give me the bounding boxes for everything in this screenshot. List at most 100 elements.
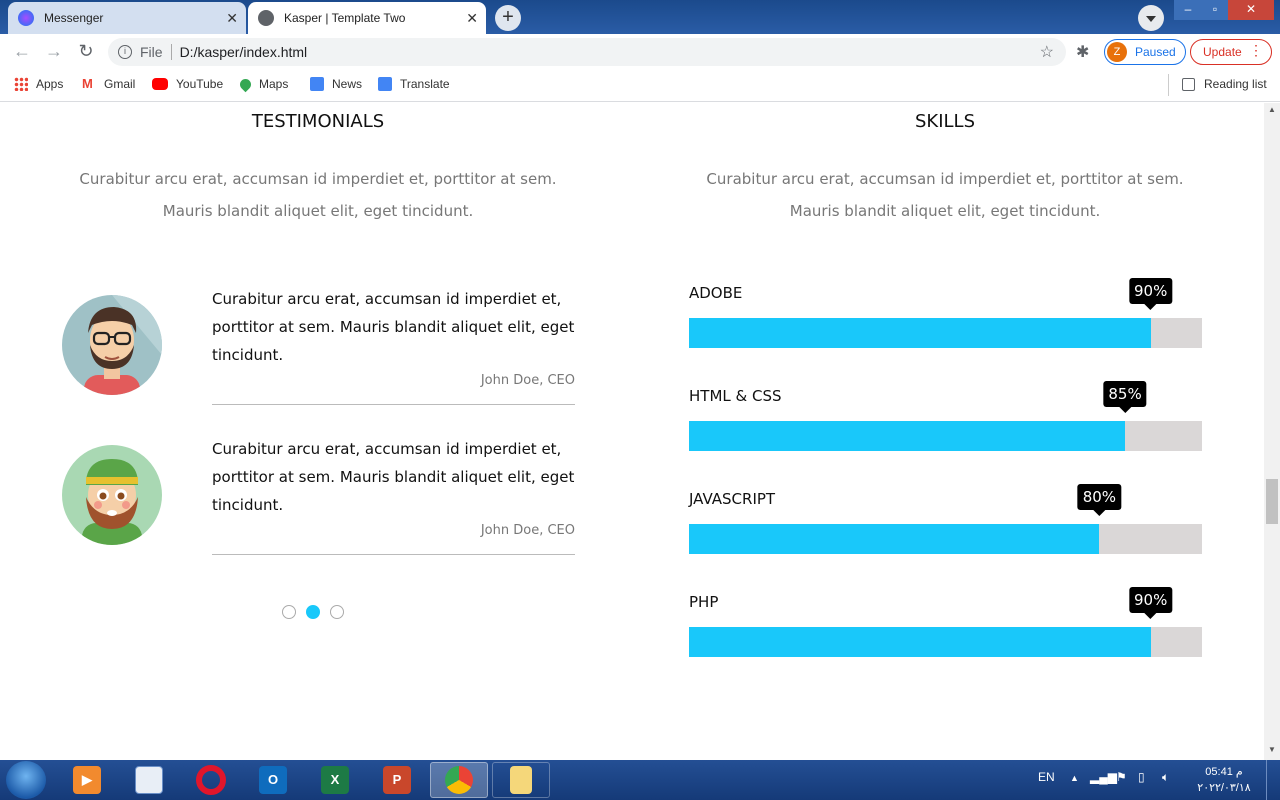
taskbar-media-player[interactable]: ▶: [58, 762, 116, 798]
maximize-button[interactable]: ▫: [1202, 0, 1228, 20]
scroll-down-icon[interactable]: ▼: [1268, 745, 1276, 754]
bookmark-star-icon[interactable]: ☆: [1040, 42, 1054, 62]
tab-kasper[interactable]: Kasper | Template Two ✕: [248, 2, 486, 34]
youtube-icon: [152, 78, 168, 90]
bookmark-label: Gmail: [104, 77, 136, 91]
bookmark-apps[interactable]: Apps: [14, 77, 63, 91]
minimize-button[interactable]: ‒: [1174, 0, 1202, 20]
show-hidden-icons[interactable]: ▲: [1070, 773, 1079, 783]
page-viewport: TESTIMONIALS Curabitur arcu erat, accums…: [0, 103, 1264, 760]
testimonials-description: Curabitur arcu erat, accumsan id imperdi…: [0, 163, 636, 227]
bookmark-gmail[interactable]: M Gmail: [82, 76, 136, 92]
quote-line: Curabitur arcu erat, accumsan id imperdi…: [212, 440, 562, 458]
scroll-up-icon[interactable]: ▲: [1268, 105, 1276, 114]
bookmark-label: Maps: [259, 77, 289, 91]
taskbar-control-panel[interactable]: [120, 762, 178, 798]
tab-messenger[interactable]: Messenger ✕: [8, 2, 246, 34]
back-button[interactable]: ←: [10, 40, 34, 64]
taskbar-excel[interactable]: X: [306, 762, 364, 798]
pagination-bullet-2[interactable]: [306, 605, 320, 619]
action-center-icon[interactable]: ⚑: [1116, 770, 1127, 784]
skills-title: SKILLS: [914, 111, 976, 132]
menu-dots-icon[interactable]: ⋮: [1249, 42, 1263, 59]
profile-button[interactable]: Z Paused: [1104, 39, 1186, 65]
bookmark-label: News: [332, 77, 363, 91]
gmail-icon: M: [82, 76, 93, 91]
description-line: Curabitur arcu erat, accumsan id imperdi…: [706, 170, 1184, 188]
bookmark-label: YouTube: [176, 77, 224, 91]
bookmark-news[interactable]: News: [310, 77, 362, 91]
address-separator: [170, 44, 172, 60]
bookmark-maps[interactable]: Maps: [237, 76, 289, 92]
control-panel-icon: [135, 766, 163, 794]
scrollbar-thumb[interactable]: [1266, 479, 1278, 524]
reading-list-button[interactable]: Reading list: [1168, 74, 1267, 96]
skill-bar-php: 90%: [689, 587, 1202, 657]
skill-bar-adobe: 90%: [689, 278, 1202, 348]
system-clock[interactable]: 05:41 م ٢٠٢٢/٠٣/١٨: [1194, 764, 1254, 796]
quote-line: tincidunt.: [212, 346, 284, 364]
bookmark-translate[interactable]: Translate: [378, 77, 450, 91]
taskbar-powerpoint[interactable]: P: [368, 762, 426, 798]
tab-search-button[interactable]: [1138, 5, 1164, 31]
taskbar-chrome[interactable]: [430, 762, 488, 798]
language-indicator[interactable]: EN: [1038, 770, 1055, 784]
close-icon[interactable]: ✕: [466, 10, 478, 27]
skill-percent-badge: 80%: [1077, 484, 1122, 516]
skill-percent-badge: 90%: [1129, 587, 1173, 619]
close-icon[interactable]: ✕: [226, 10, 238, 27]
skill-bar-fill: [689, 318, 1151, 348]
testimonial-pagination: [282, 605, 344, 619]
bookmark-label: Translate: [400, 77, 450, 91]
page-scrollbar[interactable]: ▲ ▼: [1264, 103, 1280, 760]
avatar: [62, 295, 162, 395]
new-tab-button[interactable]: +: [495, 5, 521, 31]
tab-title: Kasper | Template Two: [284, 11, 406, 25]
close-window-button[interactable]: ✕: [1228, 0, 1274, 20]
tab-title: Messenger: [44, 11, 104, 25]
bookmark-label: Apps: [36, 77, 64, 91]
folder-icon: [510, 766, 532, 794]
extensions-icon[interactable]: ✱: [1076, 42, 1089, 62]
pagination-bullet-3[interactable]: [330, 605, 344, 619]
taskbar-opera[interactable]: [182, 762, 240, 798]
bookmark-youtube[interactable]: YouTube: [152, 77, 223, 91]
address-scheme: File: [140, 44, 163, 60]
info-icon[interactable]: i: [118, 45, 132, 59]
taskbar-outlook[interactable]: O: [244, 762, 302, 798]
skill-bar-fill: [689, 627, 1151, 657]
testimonial-divider: [212, 404, 575, 405]
power-icon[interactable]: ▯: [1138, 770, 1145, 784]
quote-line: tincidunt.: [212, 496, 284, 514]
quote-line: porttitor at sem. Mauris blandit aliquet…: [212, 468, 575, 486]
skill-bar-fill: [689, 524, 1100, 554]
testimonial-quote: Curabitur arcu erat, accumsan id imperdi…: [212, 435, 575, 519]
update-button[interactable]: Update ⋮: [1190, 39, 1272, 65]
update-label: Update: [1203, 45, 1242, 59]
show-desktop-button[interactable]: [1266, 760, 1280, 800]
network-icon[interactable]: ▂▄▆: [1090, 770, 1117, 784]
taskbar-file-explorer[interactable]: [492, 762, 550, 798]
windows-taskbar: ▶ O X P EN ▲ ▂▄▆ ⚑ ▯ 🔈︎ 05:41 م ٢٠٢٢/٠٣/…: [0, 760, 1280, 800]
skill-name-php: PHP: [689, 593, 719, 611]
testimonial-author: John Doe, CEO: [480, 523, 575, 538]
address-url: D:/kasper/index.html: [179, 44, 308, 60]
address-bar[interactable]: i File D:/kasper/index.html ☆: [108, 38, 1066, 66]
volume-icon[interactable]: 🔈︎: [1162, 770, 1169, 785]
media-player-icon: ▶: [73, 766, 101, 794]
translate-icon: [378, 77, 392, 91]
skill-name-adobe: ADOBE: [689, 284, 743, 302]
clock-time: 05:41 م: [1205, 766, 1243, 778]
quote-line: porttitor at sem. Mauris blandit aliquet…: [212, 318, 575, 336]
reload-button[interactable]: ↻: [74, 40, 98, 64]
start-button[interactable]: [6, 761, 46, 799]
forward-button[interactable]: →: [42, 40, 66, 64]
divider: [1168, 74, 1169, 96]
pagination-bullet-1[interactable]: [282, 605, 296, 619]
maps-pin-icon: [237, 76, 254, 92]
testimonial-divider: [212, 554, 575, 555]
reading-list-label: Reading list: [1204, 77, 1267, 91]
avatar: [62, 445, 162, 545]
description-line: Mauris blandit aliquet elit, eget tincid…: [789, 202, 1101, 220]
browser-toolbar: ← → ↻ i File D:/kasper/index.html ☆ ✱ Z …: [0, 34, 1280, 70]
